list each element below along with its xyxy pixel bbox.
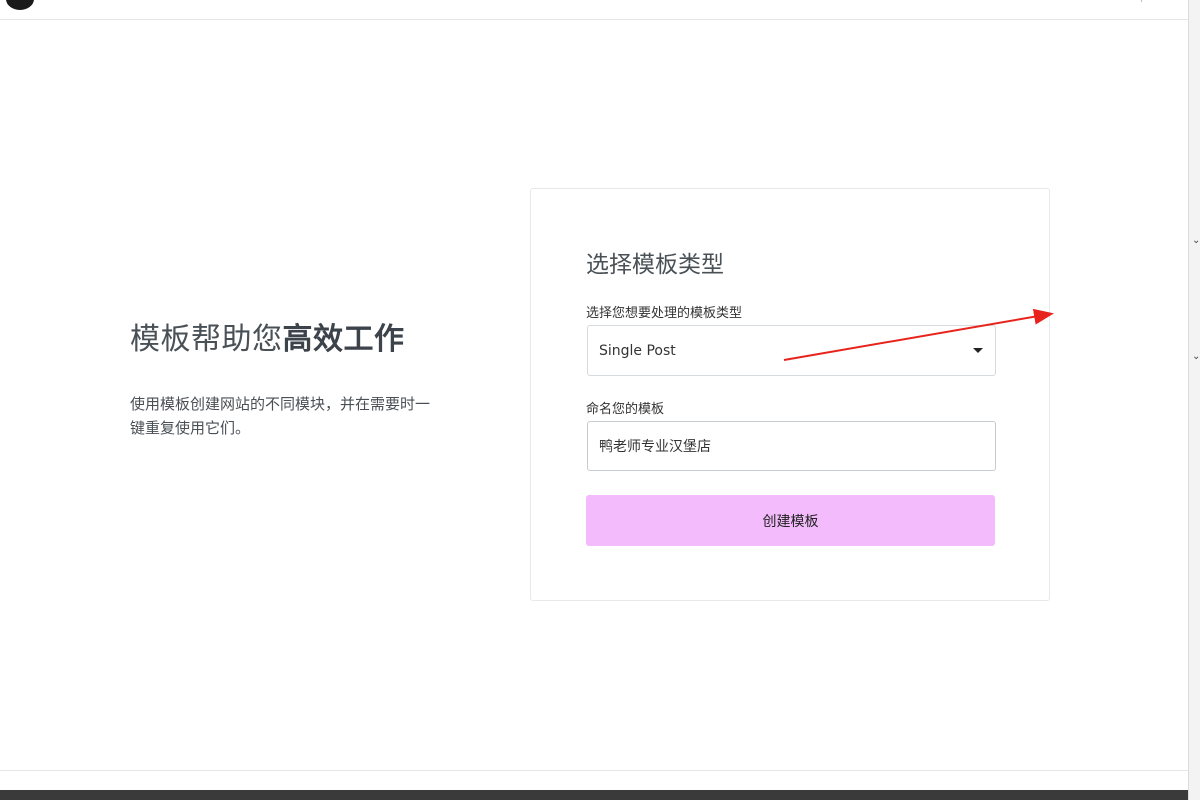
template-name-label: 命名您的模板: [586, 402, 665, 417]
intro-description: 使用模板创建网站的不同模块，并在需要时一键重复使用它们。: [130, 395, 431, 437]
caret-down-icon: [973, 348, 983, 353]
chevron-down-icon: ⌄: [1192, 235, 1200, 246]
intro-section: 模板帮助您高效工作 使用模板创建网站的不同模块，并在需要时一键重复使用它们。: [130, 318, 430, 440]
intro-title-bold: 高效工作: [282, 322, 405, 357]
editor-panel-edge: ⌄ ⌄: [1188, 0, 1200, 800]
logo-icon: [6, 0, 34, 10]
form-title: 选择模板类型: [586, 252, 724, 278]
app-frame: 模板帮助您高效工作 使用模板创建网站的不同模块，并在需要时一键重复使用它们。 选…: [0, 0, 1200, 800]
modal-footer: [0, 770, 1188, 790]
template-form-card: 选择模板类型 选择您想要处理的模板类型 Single Post 命名您的模板 创…: [530, 188, 1050, 601]
template-type-label: 选择您想要处理的模板类型: [586, 306, 743, 321]
new-template-modal: 模板帮助您高效工作 使用模板创建网站的不同模块，并在需要时一键重复使用它们。 选…: [0, 0, 1188, 790]
chevron-down-icon: ⌄: [1192, 351, 1200, 362]
intro-title-regular: 模板帮助您: [130, 322, 283, 357]
header-divider: [1136, 0, 1142, 2]
template-type-select[interactable]: Single Post: [587, 325, 996, 376]
template-name-input[interactable]: [587, 421, 996, 471]
create-template-button[interactable]: 创建模板: [586, 495, 995, 546]
template-type-selected-value: Single Post: [599, 342, 676, 359]
intro-title: 模板帮助您高效工作: [130, 318, 430, 362]
modal-header: [0, 0, 1188, 20]
